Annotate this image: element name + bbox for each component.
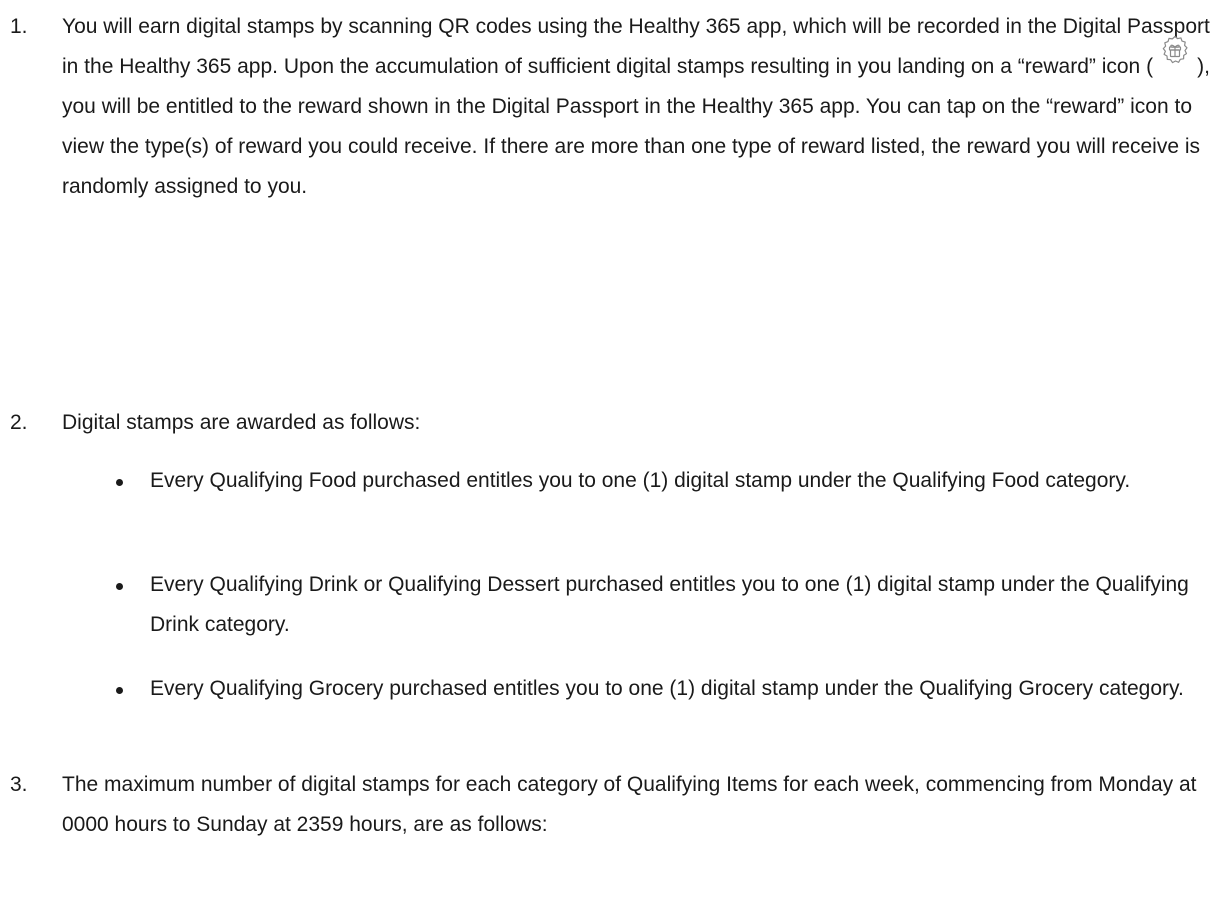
item-number: 3. — [10, 773, 28, 796]
bullet-dot-icon — [116, 583, 123, 590]
bullet-text: Every Qualifying Grocery purchased entit… — [150, 677, 1184, 700]
item-text: You will earn digital stamps by scanning… — [62, 7, 1220, 207]
bullet-text: Every Qualifying Drink or Qualifying Des… — [150, 573, 1189, 636]
reward-gift-icon — [1159, 35, 1191, 65]
item-number: 2. — [10, 411, 28, 434]
bullet-text: Every Qualifying Food purchased entitles… — [150, 469, 1131, 492]
item-text: The maximum number of digital stamps for… — [62, 773, 1197, 836]
bullet-dot-icon — [116, 479, 123, 486]
item-number: 1. — [10, 15, 28, 38]
terms-document: 1. You will earn digital stamps by scann… — [0, 0, 1232, 924]
item-text: Digital stamps are awarded as follows: — [62, 411, 421, 434]
item-text-before-icon: You will earn digital stamps by scanning… — [62, 15, 1210, 78]
bullet-dot-icon — [116, 687, 123, 694]
